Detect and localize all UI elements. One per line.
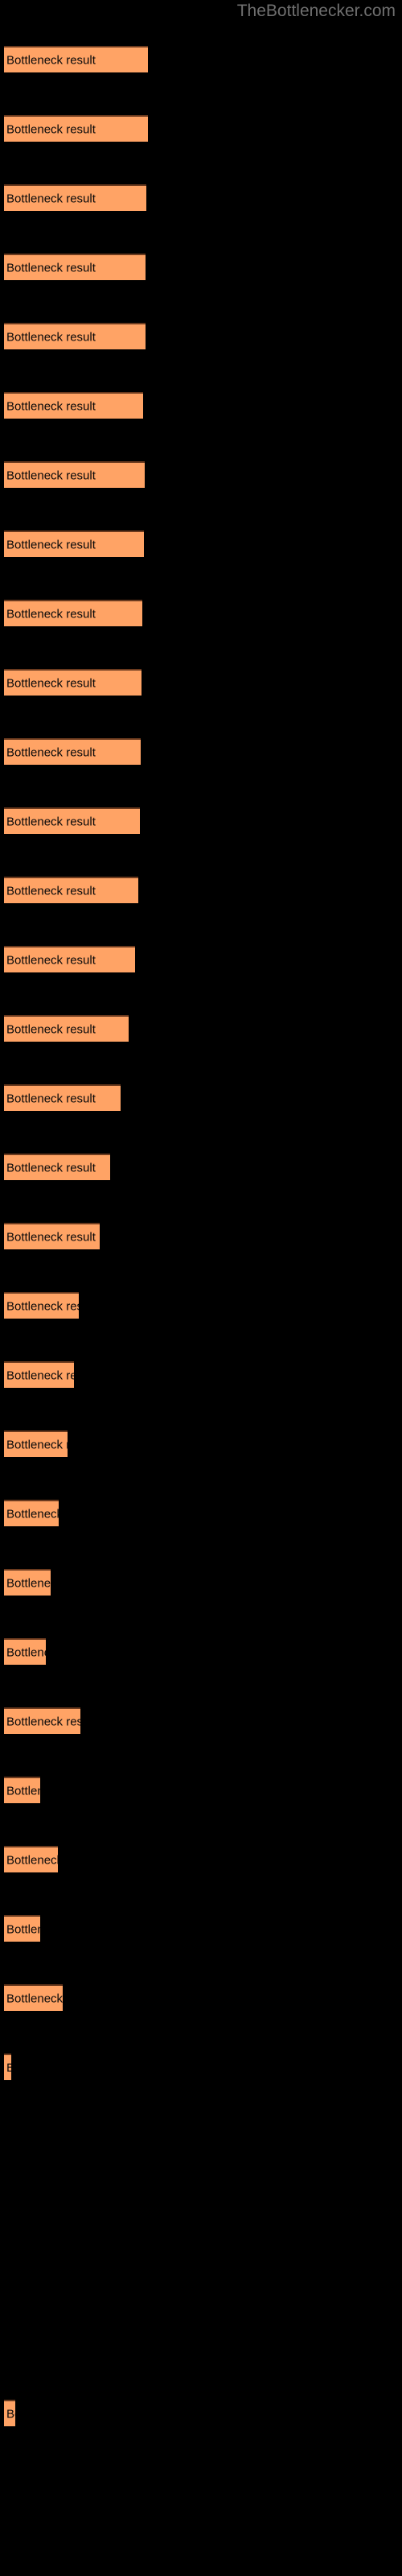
bar-row[interactable]: Bottleneck result [4, 115, 148, 142]
bar-label: Bottleneck result [6, 2407, 15, 2421]
bar-label: Bottleneck result [6, 122, 96, 136]
bar-label: Bottleneck result [6, 1368, 74, 1382]
bar[interactable]: Bottleneck result [4, 46, 148, 72]
bar-row[interactable]: Bottleneck result [4, 946, 135, 972]
bar[interactable]: Bottleneck result [4, 1500, 59, 1526]
bar-row[interactable]: Bottleneck result [4, 1084, 121, 1111]
bar[interactable]: Bottleneck result [4, 392, 143, 419]
bar[interactable]: Bottleneck result [4, 184, 146, 211]
bar[interactable]: Bottleneck result [4, 1638, 46, 1665]
bar-label: Bottleneck result [6, 1992, 63, 2005]
bar[interactable]: Bottleneck result [4, 254, 146, 280]
bar-row[interactable]: Bottleneck result [4, 807, 140, 834]
bar-label: Bottleneck result [6, 884, 96, 898]
bar-row[interactable]: Bottleneck result [4, 1430, 68, 1457]
bar-row[interactable]: Bottleneck result [4, 1984, 63, 2011]
bar-label: Bottleneck result [6, 1715, 80, 1728]
bar-label: Bottleneck result [6, 1645, 46, 1659]
bar[interactable]: Bottleneck result [4, 669, 142, 696]
bar-row[interactable]: Bottleneck result [4, 323, 146, 349]
bar-label: Bottleneck result [6, 53, 96, 67]
bar[interactable]: Bottleneck result [4, 461, 145, 488]
bar-row[interactable]: Bottleneck result [4, 1569, 51, 1596]
bar-row[interactable]: Bottleneck result [4, 600, 142, 626]
bar[interactable]: Bottleneck result [4, 1015, 129, 1042]
bar[interactable]: Bottleneck result [4, 1361, 74, 1388]
bar-row[interactable]: Bottleneck result [4, 1361, 74, 1388]
bar-label: Bottleneck result [6, 330, 96, 344]
bar[interactable]: Bottleneck result [4, 1846, 58, 1872]
bar-row[interactable]: Bottleneck result [4, 877, 138, 903]
bar[interactable]: Bottleneck result [4, 946, 135, 972]
bar-label: Bottleneck result [6, 538, 96, 551]
bar-label: Bottleneck result [6, 1022, 96, 1036]
bar[interactable]: Bottleneck result [4, 738, 141, 765]
bar-row[interactable]: Bottleneck result [4, 1707, 80, 1734]
bar-label: Bottleneck result [6, 469, 96, 482]
bar[interactable]: Bottleneck result [4, 807, 140, 834]
bar[interactable]: Bottleneck result [4, 1430, 68, 1457]
bar[interactable]: Bottleneck result [4, 1084, 121, 1111]
bar[interactable]: Bottleneck result [4, 115, 148, 142]
bar-row[interactable]: Bottleneck result [4, 530, 144, 557]
site-title: TheBottlenecker.com [236, 2, 396, 20]
bar-row[interactable]: Bottleneck result [4, 1638, 46, 1665]
bar-label: Bottleneck result [6, 815, 96, 828]
bar[interactable]: Bottleneck result [4, 600, 142, 626]
bar-label: Bottleneck result [6, 1438, 68, 1451]
bar-row[interactable]: Bottleneck result [4, 46, 148, 72]
bar[interactable]: Bottleneck result [4, 2054, 11, 2080]
bar-label: Bottleneck result [6, 607, 96, 621]
bar[interactable]: Bottleneck result [4, 323, 146, 349]
bar[interactable]: Bottleneck result [4, 1223, 100, 1249]
bar-label: Bottleneck result [6, 1161, 96, 1174]
bar[interactable]: Bottleneck result [4, 530, 144, 557]
bar-label: Bottleneck result [6, 1922, 40, 1936]
bar-label: Bottleneck result [6, 676, 96, 690]
bar[interactable]: Bottleneck result [4, 1915, 40, 1942]
bar[interactable]: Bottleneck result [4, 1984, 63, 2011]
bar-row[interactable]: Bottleneck result [4, 1915, 40, 1942]
bar[interactable]: Bottleneck result [4, 877, 138, 903]
bar-row[interactable]: Bottleneck result [4, 1500, 59, 1526]
bar-label: Bottleneck result [6, 953, 96, 967]
bar-label: Bottleneck result [6, 1853, 58, 1867]
bar-label: Bottleneck result [6, 261, 96, 275]
bar-row[interactable]: Bottleneck result [4, 1777, 40, 1803]
bar-label: Bottleneck result [6, 1576, 51, 1590]
bar[interactable]: Bottleneck result [4, 1569, 51, 1596]
bar-row[interactable]: Bottleneck result [4, 461, 145, 488]
bar[interactable]: Bottleneck result [4, 1707, 80, 1734]
bar-row[interactable]: Bottleneck result [4, 1015, 129, 1042]
bar-label: Bottleneck result [6, 1092, 96, 1105]
bar-row[interactable]: Bottleneck result [4, 2054, 11, 2080]
bar[interactable]: Bottleneck result [4, 1154, 110, 1180]
bar-row[interactable]: Bottleneck result [4, 1154, 110, 1180]
bar-row[interactable]: Bottleneck result [4, 392, 143, 419]
bar-label: Bottleneck result [6, 399, 96, 413]
bar[interactable]: Bottleneck result [4, 1777, 40, 1803]
bar-label: Bottleneck result [6, 1784, 40, 1798]
bottleneck-chart: TheBottlenecker.com Bottleneck result Bot… [0, 0, 402, 2576]
bar-row[interactable]: Bottleneck result [4, 669, 142, 696]
bar-row[interactable]: Bottleneck result [4, 184, 146, 211]
bar-label: Bottleneck result [6, 192, 96, 205]
bar-label: Bottleneck result [6, 1230, 96, 1244]
bar-label: Bottleneck result [6, 1299, 79, 1313]
bar-row[interactable]: Bottleneck result [4, 1292, 79, 1319]
bar-label: Bottleneck result [6, 745, 96, 759]
bar[interactable]: Bottleneck result [4, 1292, 79, 1319]
bar-row[interactable]: Bottleneck result [4, 2400, 15, 2426]
bar-row[interactable]: Bottleneck result [4, 254, 146, 280]
bar-row[interactable]: Bottleneck result [4, 1846, 58, 1872]
bar-label: Bottleneck result [6, 1507, 59, 1521]
bar-row[interactable]: Bottleneck result [4, 738, 141, 765]
bar-label: Bottleneck result [6, 2062, 11, 2074]
bar-row[interactable]: Bottleneck result [4, 1223, 100, 1249]
bar[interactable]: Bottleneck result [4, 2400, 15, 2426]
